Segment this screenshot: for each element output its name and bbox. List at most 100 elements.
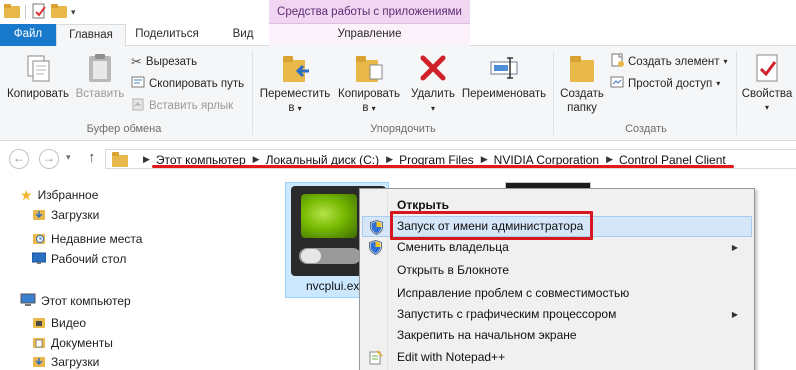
desktop-icon — [31, 251, 47, 268]
computer-icon — [20, 293, 36, 310]
paste-shortcut-button[interactable]: Вставить ярлык — [131, 96, 233, 115]
rename-icon — [488, 52, 520, 84]
copy-icon — [22, 52, 54, 84]
new-group-label: Создать — [625, 123, 667, 135]
move-to-button[interactable]: Переместить в ▾ — [258, 52, 332, 116]
downloads-folder-icon — [32, 354, 46, 370]
videos-folder-icon — [32, 315, 46, 332]
ribbon: Копировать Вставить ✂ Вырезать Скопирова… — [0, 46, 796, 141]
back-button[interactable]: ← — [9, 149, 29, 169]
forward-arrow-icon: → — [43, 151, 55, 165]
new-folder-icon — [566, 52, 598, 84]
forward-button[interactable]: → — [39, 149, 59, 169]
copy-to-label-line2: в ▾ — [362, 102, 376, 114]
uac-shield-icon — [368, 239, 383, 256]
menu-item-label: Открыть в Блокноте — [397, 263, 510, 277]
new-item-button[interactable]: Создать элемент ▾ — [610, 52, 728, 71]
nav-item-videos[interactable]: Видео — [32, 313, 86, 333]
cut-button[interactable]: ✂ Вырезать — [131, 52, 197, 71]
paste-shortcut-label: Вставить ярлык — [149, 99, 234, 112]
nav-item-downloads-pc[interactable]: Загрузки — [32, 352, 99, 370]
copy-label: Копировать — [7, 88, 69, 100]
properties-button[interactable]: Свойства ▾ — [738, 52, 796, 115]
breadcrumb-chevron-icon[interactable]: ▶ — [253, 154, 260, 165]
context-tab-title: Средства работы с приложениями — [269, 0, 470, 24]
nav-item-label: Недавние места — [51, 232, 143, 246]
menu-item-label: Edit with Notepad++ — [397, 350, 506, 364]
move-to-label-line2: в ▾ — [288, 102, 302, 114]
title-bar: ▾ Средства работы с приложениями — [0, 0, 796, 24]
notepad-plus-plus-icon — [368, 350, 383, 365]
navigation-bar: ← → ▾ ↑ ▶ Этот компьютер ▶ Локальный дис… — [0, 141, 796, 174]
menu-item-troubleshoot-compatibility[interactable]: Исправление проблем с совместимостью — [362, 283, 752, 304]
move-to-label-line1: Переместить — [259, 88, 331, 100]
group-separator — [252, 51, 253, 135]
nvidia-logo-icon — [301, 194, 357, 238]
menu-item-run-with-gpu[interactable]: Запустить с графическим процессором ▶ — [362, 304, 752, 325]
group-separator — [553, 51, 554, 135]
breadcrumb-chevron-icon[interactable]: ▶ — [481, 154, 488, 165]
star-icon: ★ — [20, 186, 33, 203]
nav-favorites[interactable]: ★ Избранное — [20, 185, 98, 205]
paste-button[interactable]: Вставить — [74, 52, 126, 101]
nav-item-desktop[interactable]: Рабочий стол — [31, 249, 126, 269]
downloads-folder-icon — [32, 207, 46, 224]
delete-label: Удалить ▾ — [411, 88, 455, 113]
run-as-admin-highlight-box — [390, 211, 593, 240]
breadcrumb-chevron-icon[interactable]: ▶ — [386, 154, 393, 165]
group-separator — [736, 51, 737, 135]
copy-path-button[interactable]: Скопировать путь — [131, 74, 244, 93]
properties-quick-icon[interactable] — [31, 3, 47, 22]
slider-knob-graphic — [301, 249, 321, 263]
nav-item-documents[interactable]: Документы — [32, 333, 113, 353]
nav-this-pc[interactable]: Этот компьютер — [20, 291, 131, 311]
rename-button[interactable]: Переименовать — [458, 52, 550, 101]
paste-label: Вставить — [75, 88, 125, 100]
new-item-label: Создать элемент — [628, 55, 720, 68]
new-folder-button[interactable]: Создать папку — [556, 52, 608, 115]
folder-icon — [112, 152, 130, 170]
nav-item-downloads[interactable]: Загрузки — [32, 205, 99, 225]
new-item-dropdown-icon: ▾ — [723, 57, 728, 66]
copy-to-label-line1: Копировать — [338, 88, 400, 100]
new-folder-label-line1: Создать — [560, 88, 604, 100]
delete-x-icon — [417, 52, 449, 84]
move-folder-icon — [279, 52, 311, 84]
clipboard-group-label: Буфер обмена — [86, 123, 162, 135]
tab-home[interactable]: Главная — [56, 24, 126, 47]
recent-locations-dropdown-icon[interactable]: ▾ — [66, 152, 71, 163]
delete-button[interactable]: Удалить ▾ — [408, 52, 458, 116]
copy-to-button[interactable]: Копировать в ▾ — [334, 52, 404, 116]
nav-item-label: Загрузки — [51, 355, 100, 369]
paste-shortcut-icon — [131, 97, 145, 114]
breadcrumb-chevron-icon[interactable]: ▶ — [606, 154, 613, 165]
copy-button[interactable]: Копировать — [6, 52, 70, 101]
easy-access-button[interactable]: Простой доступ ▾ — [610, 74, 720, 93]
breadcrumb-chevron-icon: ▶ — [143, 154, 150, 164]
rename-label: Переименовать — [461, 88, 547, 100]
customize-toolbar-arrow-icon[interactable]: ▾ — [71, 7, 76, 18]
new-item-icon — [610, 53, 624, 70]
tab-share[interactable]: Поделиться — [132, 24, 202, 46]
menu-item-open-in-notepad[interactable]: Открыть в Блокноте — [362, 260, 752, 281]
easy-access-label: Простой доступ — [628, 77, 713, 90]
submenu-arrow-icon: ▶ — [731, 310, 738, 319]
up-arrow-icon[interactable]: ↑ — [88, 149, 96, 166]
menu-item-edit-with-notepad-plus-plus[interactable]: Edit with Notepad++ — [362, 347, 752, 368]
recent-places-icon — [32, 231, 46, 248]
nav-item-recent-places[interactable]: Недавние места — [32, 229, 142, 249]
easy-access-dropdown-icon: ▾ — [716, 79, 721, 88]
nav-item-label: Документы — [51, 336, 113, 350]
new-folder-quick-icon[interactable] — [51, 3, 67, 21]
copy-folder-icon — [353, 52, 385, 84]
tab-view[interactable]: Вид — [220, 24, 266, 46]
folder-icon — [4, 3, 20, 21]
tab-manage[interactable]: Управление — [269, 24, 470, 46]
tab-file[interactable]: Файл — [0, 24, 56, 46]
menu-item-pin-to-start[interactable]: Закрепить на начальном экране — [362, 325, 752, 346]
quick-access-toolbar: ▾ — [4, 3, 76, 21]
ribbon-tabs: Файл Главная Поделиться Вид Управление — [0, 24, 796, 47]
menu-item-change-owner[interactable]: Сменить владельца ▶ — [362, 237, 752, 258]
menu-item-label: Сменить владельца — [397, 240, 509, 254]
organize-group-label: Упорядочить — [370, 123, 436, 135]
